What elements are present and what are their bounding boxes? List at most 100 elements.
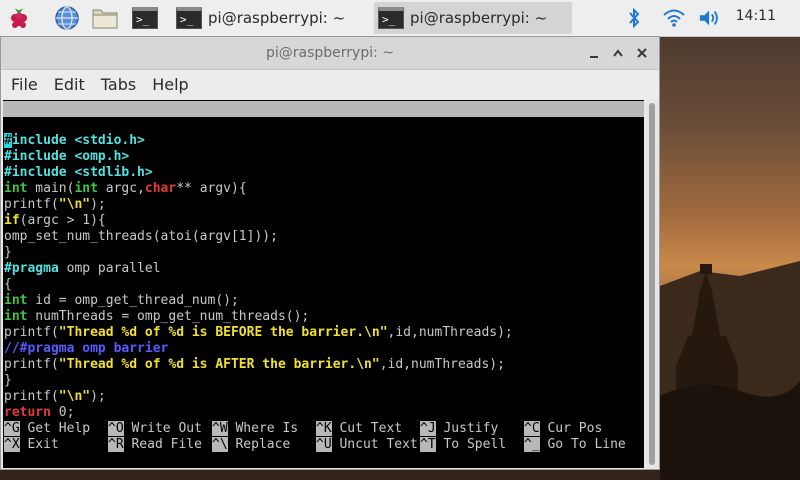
menu-file[interactable]: File xyxy=(5,75,44,94)
terminal-screen[interactable]: GNU nano 3.2 barrier.c #include <stdio.h… xyxy=(3,100,644,468)
editor-buffer[interactable]: #include <stdio.h>#include <omp.h>#inclu… xyxy=(3,133,644,421)
code-token: "\n" xyxy=(58,389,91,404)
shortcut-label: Justify xyxy=(435,421,499,436)
shortcut-label: Go To Line xyxy=(539,437,626,452)
code-token: printf( xyxy=(4,389,59,404)
code-token: (argc > 1){ xyxy=(19,213,106,228)
code-line: return 0; xyxy=(4,405,644,421)
terminal-icon: >_ xyxy=(378,7,404,29)
code-line: } xyxy=(4,373,644,389)
file-manager-icon[interactable] xyxy=(90,3,120,33)
code-token: char xyxy=(144,181,177,196)
shortcut-key: ^C xyxy=(524,421,540,436)
taskbar-task-terminal-2[interactable]: >_ pi@raspberrypi: ~ xyxy=(374,2,572,34)
shortcut-key: ^\ xyxy=(212,437,228,452)
code-token: } xyxy=(4,245,12,260)
shortcut-item[interactable]: ^K Cut Text xyxy=(316,421,420,437)
shortcut-item[interactable]: ^J Justify xyxy=(420,421,524,437)
code-line: { xyxy=(4,277,644,293)
code-token: omp parallel xyxy=(58,261,161,276)
code-token: id = omp_get_thread_num(); xyxy=(27,293,239,308)
code-token: if xyxy=(4,213,20,228)
code-token: numThreads = omp_get_num_threads(); xyxy=(27,309,310,324)
clock[interactable]: 14:11 xyxy=(736,8,776,24)
code-token: ,id,numThreads); xyxy=(379,357,505,372)
shortcut-item[interactable]: ^R Read File xyxy=(108,437,212,453)
shortcut-key: ^R xyxy=(108,437,124,452)
code-token: argc, xyxy=(97,181,145,196)
code-token: omp_set_num_threads(atoi(argv[1])); xyxy=(4,229,278,244)
nano-version: GNU nano 3.2 xyxy=(19,117,113,132)
maximize-button[interactable] xyxy=(609,44,627,62)
shortcut-label: Get Help xyxy=(19,421,91,436)
shortcut-key: ^G xyxy=(4,421,20,436)
code-line: printf("\n"); xyxy=(4,197,644,213)
shortcut-label: Read File xyxy=(123,437,202,452)
code-token: int xyxy=(4,181,28,196)
scrollbar-thumb[interactable] xyxy=(649,103,655,465)
shortcut-key: ^O xyxy=(108,421,124,436)
shortcut-item[interactable]: ^_ Go To Line xyxy=(524,437,628,453)
volume-icon[interactable] xyxy=(698,6,722,30)
raspberry-menu-icon[interactable] xyxy=(4,3,34,33)
close-button[interactable] xyxy=(633,44,651,62)
menu-tabs[interactable]: Tabs xyxy=(95,75,142,94)
menu-help[interactable]: Help xyxy=(146,75,194,94)
code-line: #include <stdlib.h> xyxy=(4,165,644,181)
shortcut-label: Replace xyxy=(227,437,291,452)
code-token: ,id,numThreads); xyxy=(387,325,513,340)
bluetooth-icon[interactable] xyxy=(622,6,646,30)
shortcut-item[interactable]: ^T To Spell xyxy=(420,437,524,453)
shortcut-row: ^G Get Help ^O Write Out ^W Where Is ^K Cut… xyxy=(4,421,628,437)
code-line: printf("Thread %d of %d is BEFORE the ba… xyxy=(4,325,644,341)
code-token: int xyxy=(4,309,28,324)
code-line: printf("\n"); xyxy=(4,389,644,405)
code-token: #include <stdlib.h> xyxy=(4,165,153,180)
shortcut-key: ^W xyxy=(212,421,228,436)
task-label: pi@raspberrypi: ~ xyxy=(410,9,548,27)
code-token: ** argv){ xyxy=(176,181,247,196)
shortcut-key: ^_ xyxy=(524,437,540,452)
shortcut-key: ^U xyxy=(316,437,332,452)
terminal-launcher-icon[interactable]: >_ xyxy=(130,3,160,33)
shortcut-key: ^K xyxy=(316,421,332,436)
shortcut-item[interactable]: ^U Uncut Text xyxy=(316,437,420,453)
shortcut-key: ^X xyxy=(4,437,20,452)
code-line: #include <omp.h> xyxy=(4,149,644,165)
nano-shortcut-bar: ^G Get Help ^O Write Out ^W Where Is ^K Cut… xyxy=(4,421,628,453)
minimize-button[interactable] xyxy=(585,44,603,62)
code-line: if(argc > 1){ xyxy=(4,213,644,229)
taskbar-task-terminal-1[interactable]: >_ pi@raspberrypi: ~ xyxy=(172,2,372,34)
code-token: printf( xyxy=(4,357,59,372)
code-line: int id = omp_get_thread_num(); xyxy=(4,293,644,309)
code-token: main( xyxy=(27,181,75,196)
shortcut-item[interactable]: ^X Exit xyxy=(4,437,108,453)
shortcut-label: Where Is xyxy=(227,421,299,436)
shortcut-item[interactable]: ^C Cur Pos xyxy=(524,421,628,437)
wifi-icon[interactable] xyxy=(662,6,686,30)
web-browser-icon[interactable] xyxy=(52,3,82,33)
shortcut-item[interactable]: ^O Write Out xyxy=(108,421,212,437)
terminal-scrollbar[interactable] xyxy=(646,100,658,468)
code-line: omp_set_num_threads(atoi(argv[1])); xyxy=(4,229,644,245)
code-line: int main(int argc,char** argv){ xyxy=(4,181,644,197)
task-label: pi@raspberrypi: ~ xyxy=(208,9,346,27)
code-line: } xyxy=(4,245,644,261)
code-token: ); xyxy=(90,197,106,212)
code-line: printf("Thread %d of %d is AFTER the bar… xyxy=(4,357,644,373)
menu-edit[interactable]: Edit xyxy=(48,75,91,94)
window-titlebar[interactable]: pi@raspberrypi: ~ xyxy=(1,37,659,70)
code-token: 0; xyxy=(50,405,75,420)
code-line: int numThreads = omp_get_num_threads(); xyxy=(4,309,644,325)
shortcut-label: Cut Text xyxy=(331,421,403,436)
code-token: ); xyxy=(90,389,106,404)
nano-title-bar: GNU nano 3.2 barrier.c xyxy=(3,101,644,148)
shortcut-key: ^T xyxy=(420,437,436,452)
code-token: { xyxy=(4,277,12,292)
terminal-icon: >_ xyxy=(176,7,202,29)
shortcut-item[interactable]: ^\ Replace xyxy=(212,437,316,453)
shortcut-item[interactable]: ^G Get Help xyxy=(4,421,108,437)
taskbar: >_ >_ pi@raspberrypi: ~ >_ pi@raspberryp… xyxy=(0,0,800,37)
shortcut-item[interactable]: ^W Where Is xyxy=(212,421,316,437)
menu-bar: File Edit Tabs Help xyxy=(1,70,659,99)
